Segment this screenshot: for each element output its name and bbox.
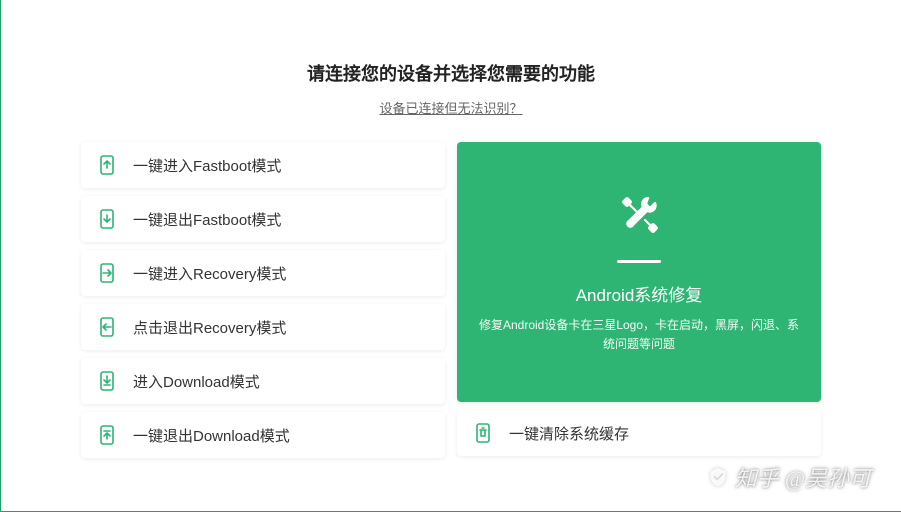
phone-exit-download-icon <box>97 425 117 445</box>
mode-card-left-0[interactable]: 一键进入Fastboot模式 <box>81 142 445 188</box>
android-system-repair-card[interactable]: Android系统修复 修复Android设备卡在三星Logo，卡在启动，黑屏，… <box>457 142 821 402</box>
tools-icon <box>615 190 663 238</box>
phone-arrow-up-icon <box>97 155 117 175</box>
page-title: 请连接您的设备并选择您需要的功能 <box>1 60 901 86</box>
mode-card-left-4[interactable]: 进入Download模式 <box>81 358 445 404</box>
mode-label: 一键清除系统缓存 <box>509 423 629 444</box>
mode-label: 一键退出Download模式 <box>133 425 290 446</box>
mode-card-left-3[interactable]: 点击退出Recovery模式 <box>81 304 445 350</box>
featured-desc: 修复Android设备卡在三星Logo，卡在启动，黑屏，闪退、系统问题等问题 <box>477 316 801 354</box>
mode-label: 点击退出Recovery模式 <box>133 317 286 338</box>
mode-card-left-5[interactable]: 一键退出Download模式 <box>81 412 445 458</box>
mode-label: 一键进入Fastboot模式 <box>133 155 281 176</box>
mode-card-right-0[interactable]: 一键清除系统缓存 <box>457 410 821 456</box>
phone-arrow-in-icon <box>97 263 117 283</box>
mode-label: 一键进入Recovery模式 <box>133 263 286 284</box>
mode-card-left-2[interactable]: 一键进入Recovery模式 <box>81 250 445 296</box>
phone-arrow-down-icon <box>97 209 117 229</box>
mode-label: 一键退出Fastboot模式 <box>133 209 281 230</box>
phone-trash-icon <box>473 423 493 443</box>
zhihu-text: 知乎 <box>735 461 779 493</box>
mode-card-left-1[interactable]: 一键退出Fastboot模式 <box>81 196 445 242</box>
mode-label: 进入Download模式 <box>133 371 260 392</box>
phone-download-icon <box>97 371 117 391</box>
featured-title: Android系统修复 <box>576 281 703 306</box>
phone-arrow-out-icon <box>97 317 117 337</box>
watermark: 知乎 @吴孙可 <box>707 461 871 493</box>
divider <box>617 260 661 263</box>
device-unrecognized-link[interactable]: 设备已连接但无法识别？ <box>379 98 522 117</box>
